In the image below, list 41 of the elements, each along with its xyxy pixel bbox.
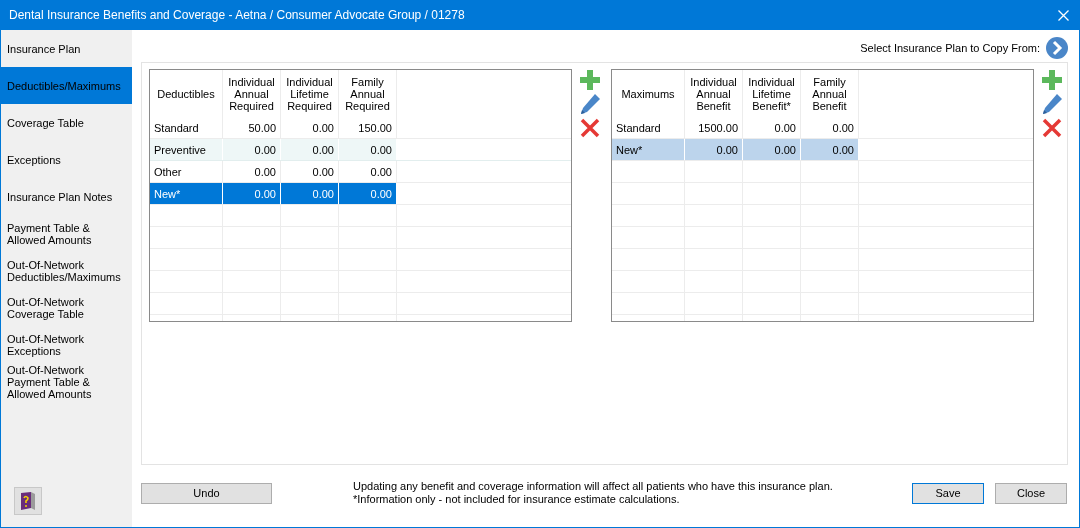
table-cell[interactable]: 0.00 [801,139,859,160]
sidebar-item[interactable]: Out-Of-Network Deductibles/Maximums [1,252,132,289]
data-grid[interactable]: Maximums Individual Annual Benefit Individual Lifetime Benefit* Family Annual Benefit Standard 1500.00 0.00 0.00 New* 0.00 0.00 0.00 [611,69,1034,322]
plus-icon[interactable] [1041,69,1063,91]
table-cell[interactable]: 0.00 [281,139,339,160]
table-cell[interactable]: Preventive [150,139,223,160]
table-cell[interactable]: 0.00 [223,183,281,204]
sidebar-item[interactable]: Insurance Plan Notes [1,178,132,215]
plus-icon[interactable] [579,69,601,91]
table-cell[interactable]: 0.00 [339,139,397,160]
table-cell[interactable]: 0.00 [685,139,743,160]
help-book-icon [19,491,37,511]
pencil-icon[interactable] [579,93,601,115]
table-cell[interactable]: 0.00 [281,183,339,204]
close-icon[interactable] [1058,9,1069,21]
info-note: Updating any benefit and coverage information will affect all patients who have this insurance plan. [353,480,834,493]
pencil-icon[interactable] [1041,93,1063,115]
sidebar-item[interactable]: Exceptions [1,141,132,178]
data-grid[interactable]: Deductibles Individual Annual Required Individual Lifetime Required Family Annual Required Standard 50.00 0.00 150.00 Preventive 0.00 0.00 0.00 Other 0.00 0.00 0.00 New* 0.00 0.00 0.00 [149,69,572,322]
sidebar-item[interactable]: Out-Of-Network Exceptions [1,326,132,363]
delete-icon[interactable] [579,117,601,139]
help-button[interactable] [14,487,42,515]
dialog-button[interactable]: Close [995,482,1067,504]
delete-icon[interactable] [1041,117,1063,139]
table-cell[interactable]: 0.00 [743,139,801,160]
sidebar-item[interactable]: Out-Of-Network Coverage Table [1,289,132,326]
copy-from-label: Select Insurance Plan to Copy From: [860,42,1040,54]
dialog-button[interactable]: Save [912,482,984,504]
sidebar-item[interactable]: Payment Table & Allowed Amounts [1,215,132,252]
sidebar-item[interactable]: Out-Of-Network Payment Table & Allowed Amounts [1,363,132,400]
table-cell[interactable]: 0.00 [339,183,397,204]
table-cell[interactable]: 0.00 [223,139,281,160]
undo-button[interactable]: Undo [141,482,272,504]
table-cell[interactable]: New* [150,183,223,204]
info-note: *Information only - not included for insurance estimate calculations. [353,493,681,506]
table-cell[interactable]: New* [612,139,685,160]
arrow-right-icon[interactable] [1046,37,1068,59]
sidebar-item[interactable]: Insurance Plan [1,30,132,67]
sidebar-item[interactable]: Deductibles/Maximums [1,67,132,104]
sidebar-item[interactable]: Coverage Table [1,104,132,141]
window-title: Dental Insurance Benefits and Coverage - Aetna / Consumer Advocate Group / 01278 [9,8,465,22]
